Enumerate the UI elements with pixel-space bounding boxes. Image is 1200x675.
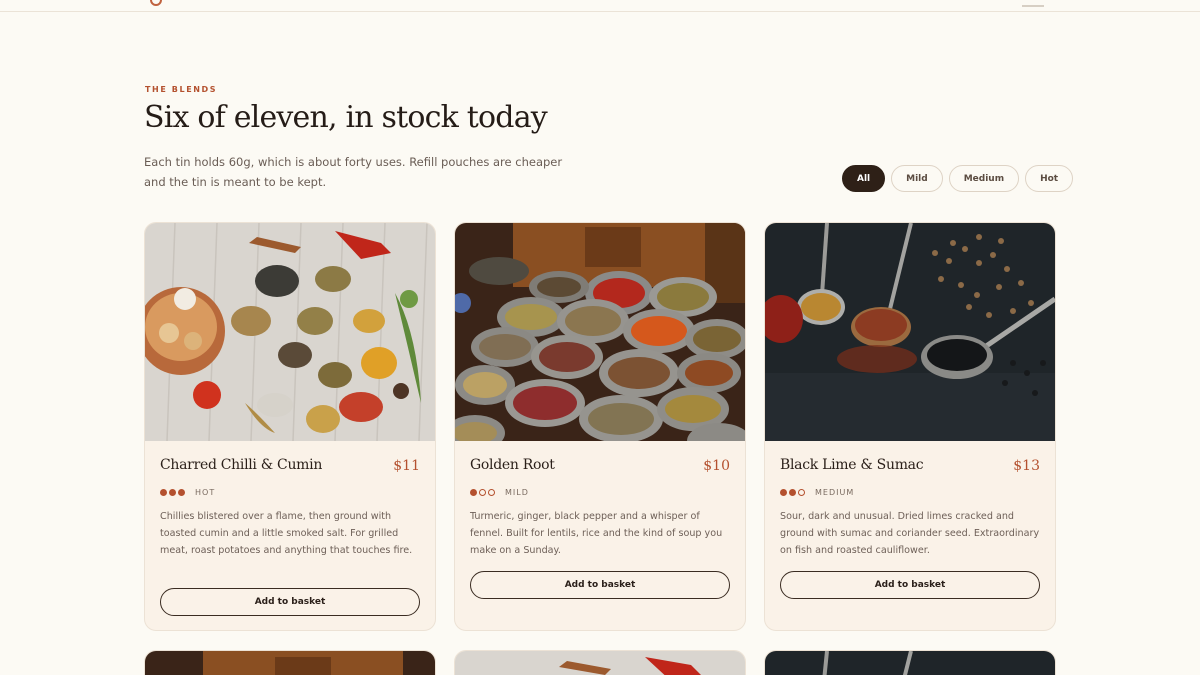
product-name[interactable]: Golden Root bbox=[470, 457, 555, 473]
top-nav-bar bbox=[0, 0, 1200, 12]
product-name[interactable]: Charred Chilli & Cumin bbox=[160, 457, 322, 473]
product-card-partial[interactable] bbox=[764, 650, 1056, 675]
heat-dot bbox=[470, 489, 477, 496]
heat-indicator: HOT bbox=[160, 488, 215, 497]
product-card-partial[interactable] bbox=[454, 650, 746, 675]
heat-indicator: MILD bbox=[470, 488, 529, 497]
heat-filter-group: All Mild Medium Hot bbox=[842, 165, 1074, 192]
product-card[interactable]: Black Lime & Sumac $13 MEDIUM Sour, dark… bbox=[764, 222, 1056, 631]
product-description: Sour, dark and unusual. Dried limes crac… bbox=[780, 511, 1040, 556]
product-card-partial[interactable] bbox=[144, 650, 436, 675]
heat-indicator: MEDIUM bbox=[780, 488, 854, 497]
product-photo[interactable] bbox=[145, 651, 436, 675]
filter-all-chip[interactable]: All bbox=[842, 165, 886, 192]
product-description: Turmeric, ginger, black pepper and a whi… bbox=[470, 511, 723, 556]
product-price: $13 bbox=[1013, 458, 1040, 474]
heat-dot bbox=[488, 489, 495, 496]
filter-hot-chip[interactable]: Hot bbox=[1025, 165, 1074, 192]
heat-dot bbox=[169, 489, 176, 496]
heat-dot bbox=[160, 489, 167, 496]
heat-dot bbox=[798, 489, 805, 496]
menu-icon[interactable] bbox=[1022, 5, 1044, 7]
product-price: $11 bbox=[393, 458, 420, 474]
product-photo[interactable] bbox=[765, 223, 1055, 441]
product-card[interactable]: Golden Root $10 MILD Turmeric, ginger, b… bbox=[454, 222, 746, 631]
heat-label: HOT bbox=[195, 488, 216, 497]
heat-label: MILD bbox=[505, 488, 529, 497]
product-photo[interactable] bbox=[455, 651, 746, 675]
add-to-basket-button[interactable]: Add to basket bbox=[470, 571, 730, 599]
add-to-basket-button[interactable]: Add to basket bbox=[780, 571, 1040, 599]
filter-mild-chip[interactable]: Mild bbox=[891, 165, 943, 192]
product-name[interactable]: Black Lime & Sumac bbox=[780, 457, 924, 473]
product-card[interactable]: Charred Chilli & Cumin $11 HOT Chillies … bbox=[144, 222, 436, 631]
section-eyebrow: THE BLENDS bbox=[145, 85, 218, 94]
page-title: Six of eleven, in stock today bbox=[144, 100, 548, 135]
product-description: Chillies blistered over a flame, then gr… bbox=[160, 511, 413, 556]
product-photo[interactable] bbox=[765, 651, 1056, 675]
add-to-basket-button[interactable]: Add to basket bbox=[160, 588, 420, 616]
logo-mark[interactable] bbox=[150, 0, 162, 6]
product-photo[interactable] bbox=[455, 223, 745, 441]
heat-dot bbox=[178, 489, 185, 496]
section-intro: Each tin holds 60g, which is about forty… bbox=[144, 155, 563, 189]
heat-dot bbox=[780, 489, 787, 496]
heat-dot bbox=[789, 489, 796, 496]
product-photo[interactable] bbox=[145, 223, 435, 441]
product-price: $10 bbox=[703, 458, 730, 474]
heat-label: MEDIUM bbox=[815, 488, 855, 497]
heat-dot bbox=[479, 489, 486, 496]
filter-medium-chip[interactable]: Medium bbox=[948, 165, 1020, 192]
